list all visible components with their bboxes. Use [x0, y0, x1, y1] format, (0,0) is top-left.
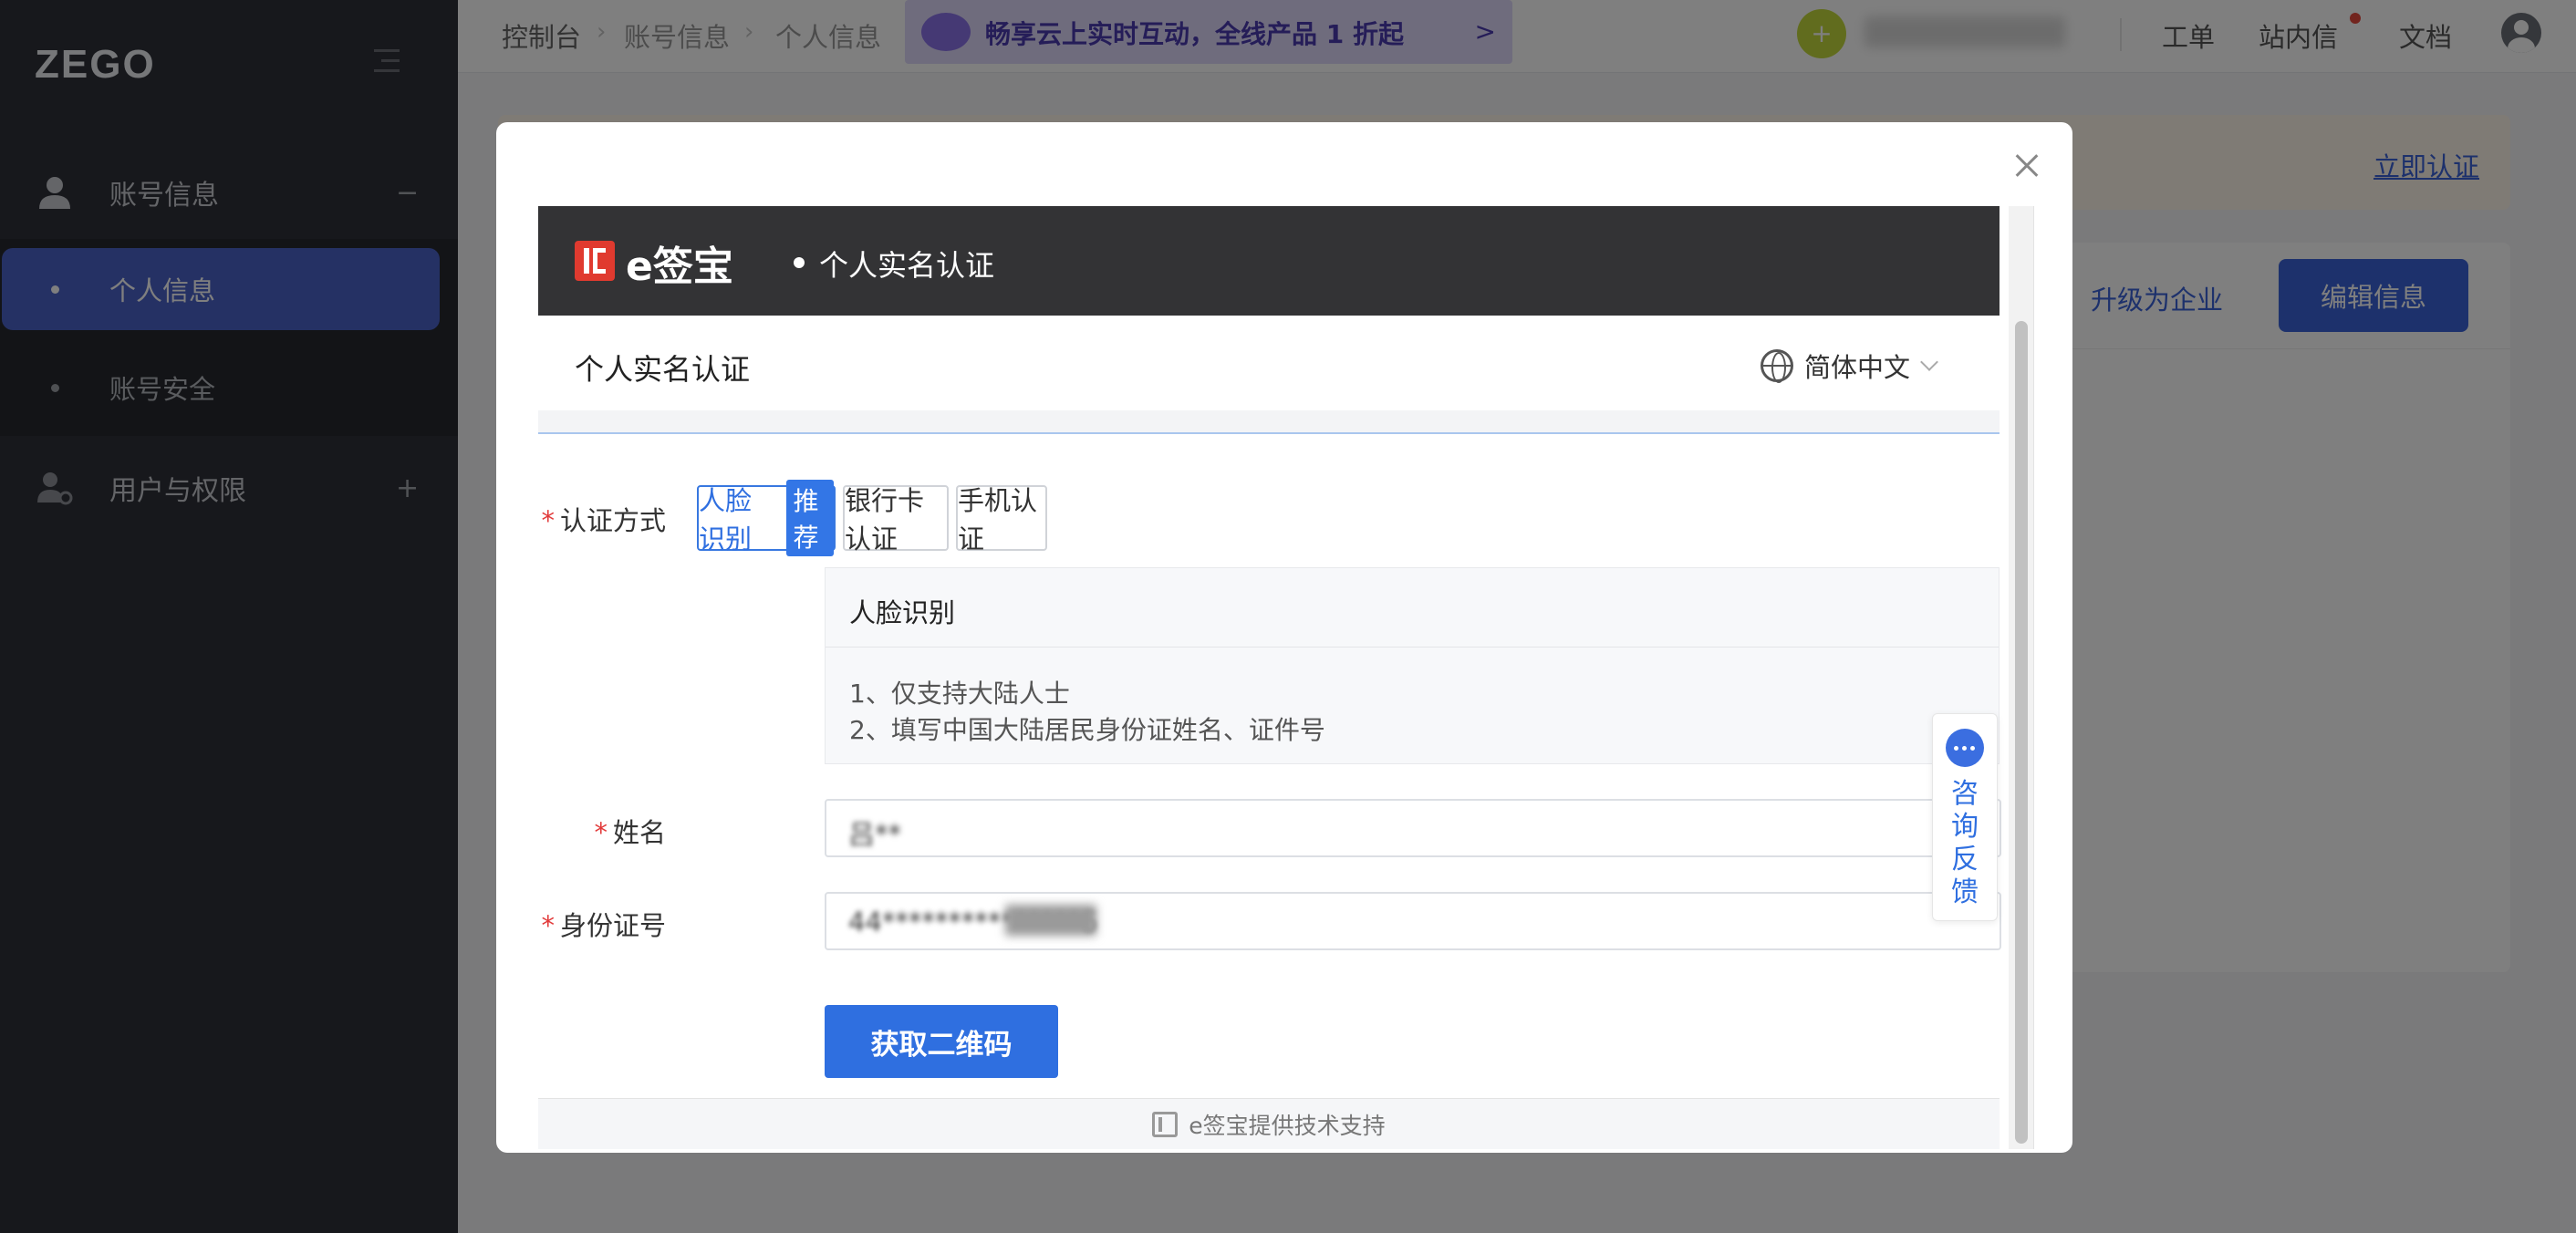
chat-bubble-icon: [1946, 729, 1984, 767]
page-title: 个人实名认证: [575, 352, 751, 387]
esign-logo-icon: [1152, 1111, 1179, 1137]
scrollbar-thumb[interactable]: [2015, 321, 2028, 1144]
esign-logo-icon: [575, 241, 615, 281]
method-bank-card-button[interactable]: 银行卡认证: [843, 485, 949, 554]
name-label: * 姓名: [594, 817, 666, 848]
recommended-badge: 推荐: [785, 480, 834, 556]
feedback-label: 咨询反馈: [1951, 778, 1979, 908]
language-label: 简体中文: [1804, 352, 1911, 383]
esign-footer: e签宝提供技术支持: [538, 1098, 2000, 1149]
redaction-patch: [1005, 905, 1096, 936]
footer-text: e签宝提供技术支持: [1189, 1112, 1386, 1139]
method-face-recognition-button[interactable]: 人脸识别 推荐: [697, 480, 836, 556]
esign-subheader: 个人实名认证 简体中文: [538, 316, 2000, 410]
esign-iframe: e签宝 个人实名认证 个人实名认证 简体中文 * 认证方式 人脸识别 推荐 银行卡…: [538, 206, 2034, 1149]
esign-brand: e签宝: [626, 243, 733, 290]
method-phone-button[interactable]: 手机认证: [956, 485, 1047, 554]
method-label: 人脸识别: [699, 485, 753, 554]
method-label: 银行卡认证: [845, 485, 925, 554]
auth-method-label: * 认证方式: [541, 505, 666, 536]
method-label: 手机认证: [958, 485, 1038, 554]
verification-modal: e签宝 个人实名认证 个人实名认证 简体中文 * 认证方式 人脸识别 推荐 银行卡…: [496, 122, 2072, 1153]
divider: [538, 410, 2000, 434]
id-number-label: * 身份证号: [541, 910, 666, 941]
globe-icon: [1761, 349, 1793, 383]
scrollbar[interactable]: [2009, 206, 2033, 1149]
feedback-widget[interactable]: 咨询反馈: [1932, 713, 1998, 921]
id-number-input[interactable]: 44***************6: [825, 892, 2001, 950]
name-value: 吕**: [848, 819, 902, 850]
info-line: 2、填写中国大陆居民身份证姓名、证件号: [849, 715, 1325, 745]
separator-dot: [794, 257, 805, 268]
get-qr-code-button[interactable]: 获取二维码: [825, 1005, 1058, 1078]
chevron-down-icon: [1920, 353, 1938, 371]
close-icon[interactable]: [2007, 146, 2047, 186]
divider: [826, 647, 1999, 648]
name-input[interactable]: 吕**: [825, 799, 2001, 857]
info-title: 人脸识别: [849, 597, 956, 628]
method-info-box: 人脸识别 1、仅支持大陆人士 2、填写中国大陆居民身份证姓名、证件号: [825, 567, 2000, 764]
esign-header-title: 个人实名认证: [819, 248, 995, 283]
language-selector[interactable]: 简体中文: [1761, 347, 1938, 385]
info-line: 1、仅支持大陆人士: [849, 679, 1070, 709]
esign-header: e签宝 个人实名认证: [538, 206, 2000, 316]
